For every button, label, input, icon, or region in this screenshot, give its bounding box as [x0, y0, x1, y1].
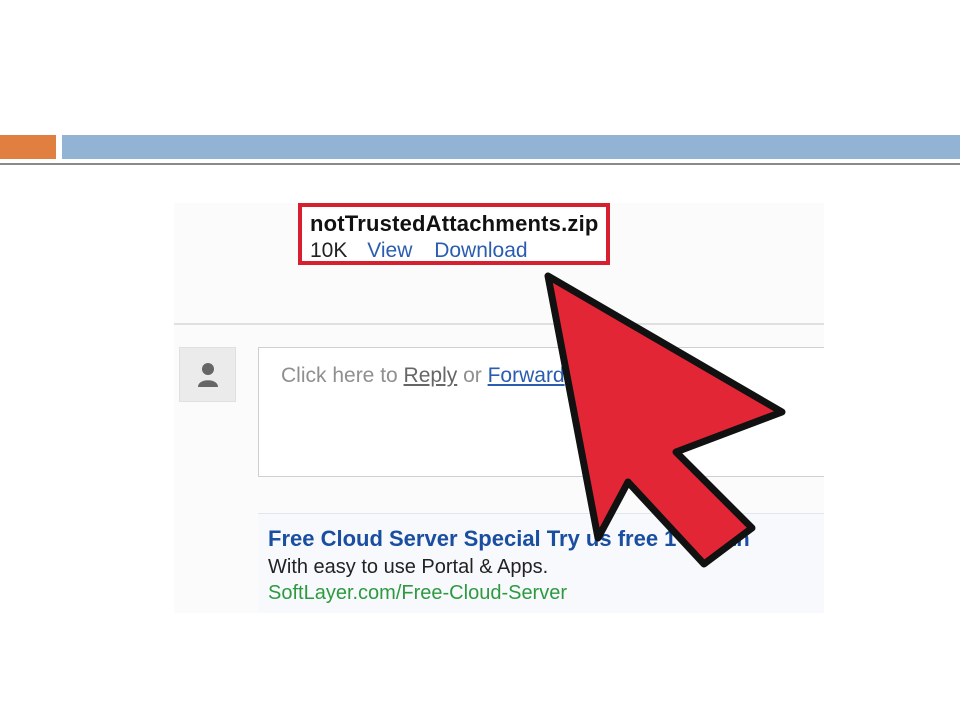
ad-banner[interactable]: Free Cloud Server Special Try us free 1 … [258, 513, 824, 613]
slide-accent-blue [62, 135, 960, 159]
forward-link[interactable]: Forward [488, 364, 565, 387]
reply-or: or [457, 364, 488, 387]
attachment-highlight: notTrustedAttachments.zip 10K View Downl… [298, 203, 610, 265]
reply-link[interactable]: Reply [404, 364, 458, 387]
reply-prefix: Click here to [281, 364, 404, 387]
message-divider [174, 323, 824, 325]
ad-description: With easy to use Portal & Apps. [268, 556, 549, 578]
view-link[interactable]: View [367, 239, 412, 262]
ad-title[interactable]: Free Cloud Server Special Try us free 1 … [268, 526, 750, 552]
slide-accent-orange [0, 135, 56, 159]
ad-url[interactable]: SoftLayer.com/Free-Cloud-Server [268, 582, 567, 605]
attachment-size: 10K [310, 239, 348, 262]
attachment-meta: 10K View Download [310, 239, 528, 263]
person-icon [198, 363, 218, 387]
attachment-filename: notTrustedAttachments.zip [310, 211, 599, 236]
slide-divider [0, 163, 960, 165]
email-screenshot: notTrustedAttachments.zip 10K View Downl… [174, 203, 824, 613]
avatar [179, 347, 236, 402]
download-link[interactable]: Download [434, 239, 527, 262]
reply-prompt: Click here to Reply or Forward [281, 364, 565, 388]
reply-box[interactable]: Click here to Reply or Forward [258, 347, 824, 477]
